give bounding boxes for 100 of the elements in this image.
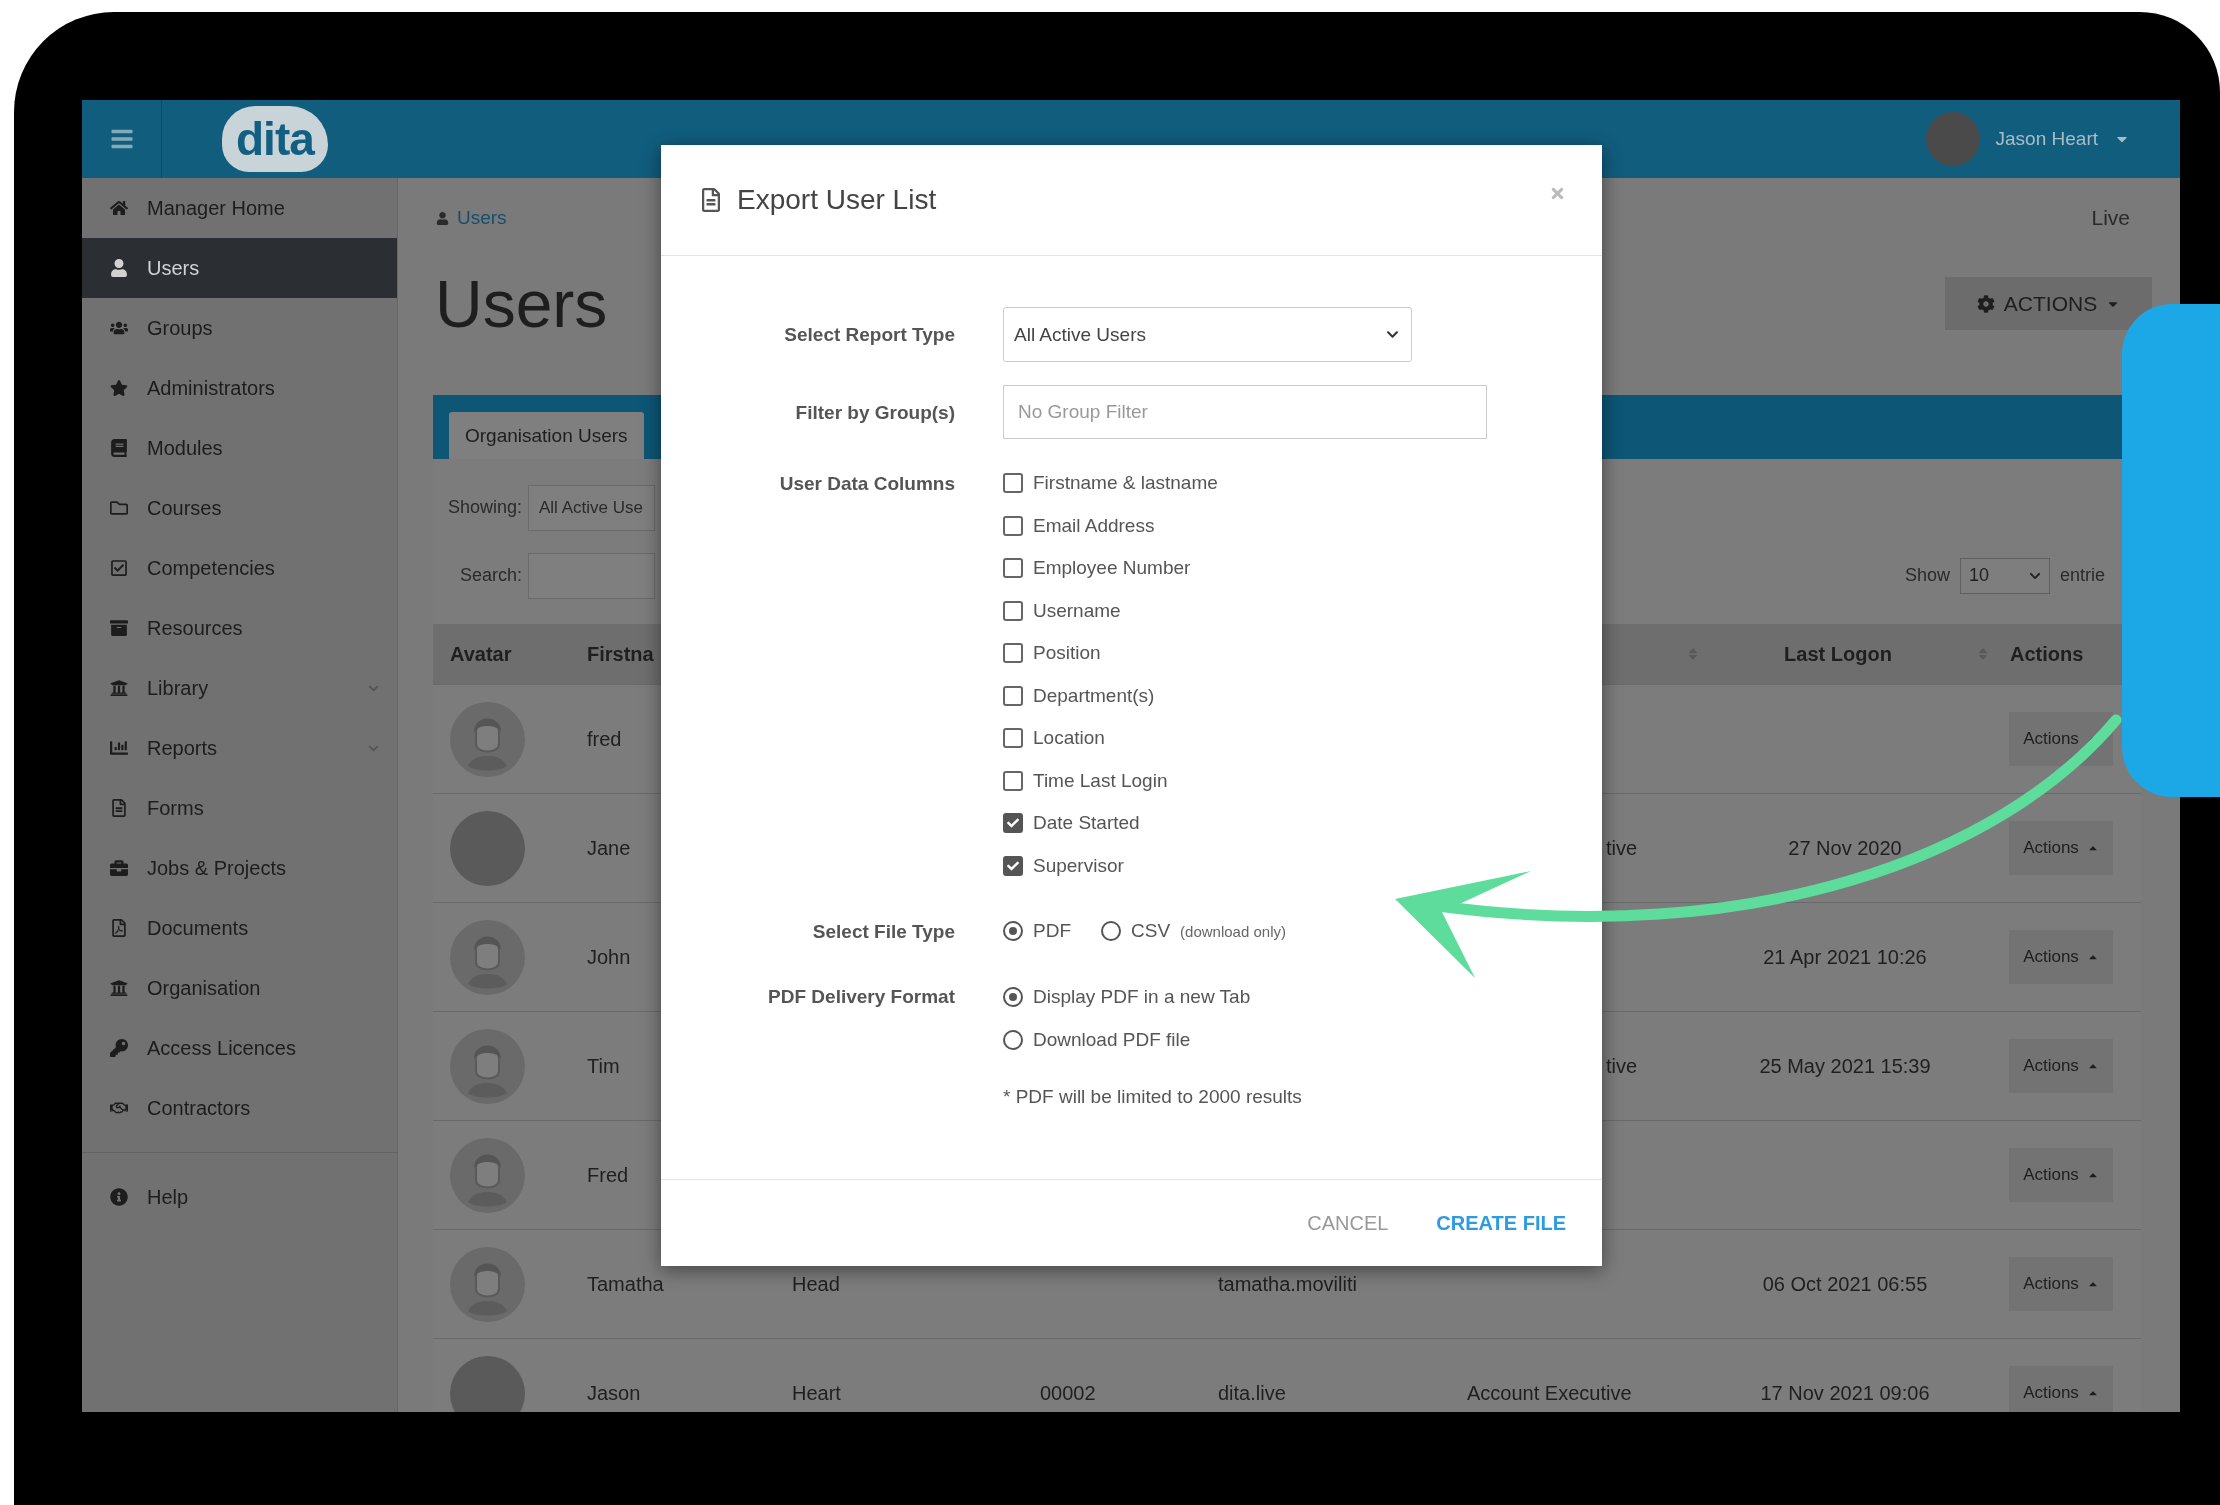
checkbox-option[interactable]: Position (1003, 632, 1602, 675)
menu-icon[interactable] (109, 127, 134, 151)
radio-option[interactable]: Download PDF file (1003, 1018, 1602, 1061)
row-actions-button[interactable]: Actions (2009, 1039, 2113, 1093)
document-icon (699, 188, 723, 212)
sidebar-item[interactable]: Courses (82, 478, 397, 538)
table-cell: tamatha.moviliti (1218, 1272, 1357, 1296)
checkbox-option[interactable]: Firstname & lastname (1003, 462, 1602, 505)
checkbox[interactable] (1003, 728, 1023, 749)
row-actions-button[interactable]: Actions (2009, 1148, 2113, 1202)
user-icon (110, 259, 128, 277)
environment-label: Live (2091, 206, 2130, 230)
table-cell: Heart (792, 1381, 841, 1405)
logo: dita (222, 106, 328, 172)
field-label: Select Report Type (784, 323, 955, 347)
row-actions-button[interactable]: Actions (2009, 1257, 2113, 1311)
building-icon (110, 979, 128, 997)
sidebar-item[interactable]: Modules (82, 418, 397, 478)
building-icon (110, 679, 128, 697)
sidebar-item[interactable]: Organisation (82, 958, 397, 1018)
sidebar-item[interactable]: Reports (82, 718, 397, 778)
column-header[interactable]: Avatar (450, 642, 512, 666)
sidebar-item[interactable]: Access Licences (82, 1018, 397, 1078)
table-cell: dita.live (1218, 1381, 1286, 1405)
checkbox[interactable] (1003, 813, 1023, 834)
breadcrumb-link[interactable]: Users (436, 207, 507, 229)
create-file-button[interactable]: CREATE FILE (1436, 1205, 1566, 1241)
sidebar-item[interactable]: Jobs & Projects (82, 838, 397, 898)
table-cell: 21 Apr 2021 10:26 (1763, 945, 1927, 969)
checkbox[interactable] (1003, 855, 1023, 876)
folder-icon (110, 499, 128, 517)
limit-note: * PDF will be limited to 2000 results (1003, 1086, 1303, 1108)
checkbox[interactable] (1003, 558, 1023, 579)
chevron-down-icon (1386, 328, 1399, 341)
checkbox[interactable] (1003, 770, 1023, 791)
field-label: Showing: (446, 497, 522, 518)
key-icon (110, 1039, 128, 1057)
sidebar-item[interactable]: Documents (82, 898, 397, 958)
radio-button[interactable] (1101, 921, 1121, 941)
radio-button[interactable] (1003, 1029, 1023, 1050)
checkbox-option[interactable]: Employee Number (1003, 547, 1602, 590)
radio-button[interactable] (1003, 921, 1023, 941)
table-cell: Jason (587, 1381, 641, 1405)
checkbox[interactable] (1003, 685, 1023, 706)
row-actions-button[interactable]: Actions (2009, 930, 2113, 984)
checkbox-option[interactable]: Department(s) (1003, 674, 1602, 717)
page-size-select[interactable]: 10 (1959, 557, 2050, 594)
dialog-title: Export User List (737, 184, 938, 216)
row-actions-button[interactable]: Actions (2009, 821, 2113, 875)
checkbox[interactable] (1003, 473, 1023, 494)
table-cell: 06 Oct 2021 06:55 (1762, 1272, 1928, 1296)
checkbox-option[interactable]: Date Started (1003, 802, 1602, 845)
actions-button[interactable]: ACTIONS (1945, 277, 2152, 330)
checkbox[interactable] (1003, 643, 1023, 664)
tab[interactable]: Organisation Users (449, 412, 644, 459)
sidebar-item[interactable]: Contractors (82, 1078, 397, 1138)
document-icon (110, 799, 128, 817)
user-menu[interactable]: Jason Heart (1925, 112, 2130, 166)
search-field[interactable] (528, 552, 655, 599)
column-header: Actions (2010, 642, 2084, 666)
column-header[interactable]: Firstna (587, 642, 654, 666)
checkbox-option[interactable]: Time Last Login (1003, 759, 1602, 802)
checkbox-option[interactable]: Supervisor (1003, 844, 1602, 887)
checkbox-option[interactable]: Email Address (1003, 504, 1602, 547)
sidebar-item[interactable]: Manager Home (82, 178, 397, 238)
home-icon (110, 199, 128, 217)
radio-option[interactable]: PDF (1003, 910, 1071, 952)
users-icon (110, 319, 128, 337)
table-cell: tive (1605, 1054, 1637, 1078)
bar-chart-icon (110, 739, 128, 757)
table-cell: 17 Nov 2021 09:06 (1760, 1381, 1930, 1405)
column-header[interactable]: Last Logon (1784, 642, 1892, 666)
sidebar-item[interactable]: Resources (82, 598, 397, 658)
radio-option[interactable]: Display PDF in a new Tab (1003, 975, 1602, 1018)
showing-select[interactable]: All Active Use (528, 484, 655, 531)
sidebar-item[interactable]: Users (82, 238, 397, 298)
check-icon (1007, 859, 1019, 872)
table-cell: Jane (587, 836, 631, 860)
row-actions-button[interactable]: Actions (2009, 1366, 2113, 1412)
group-filter-field[interactable]: No Group Filter (1003, 385, 1487, 439)
checkbox[interactable] (1003, 600, 1023, 621)
checkbox[interactable] (1003, 515, 1023, 536)
checkbox-option[interactable]: Username (1003, 589, 1602, 632)
sidebar-item[interactable]: Library (82, 658, 397, 718)
field-label: Select File Type (812, 920, 955, 944)
sidebar-item[interactable]: Administrators (82, 358, 397, 418)
radio-button[interactable] (1003, 986, 1023, 1007)
cancel-button[interactable]: CANCEL (1307, 1205, 1389, 1241)
checkbox-option[interactable]: Location (1003, 717, 1602, 760)
table-cell: John (587, 945, 631, 969)
report-type-select[interactable]: All Active Users (1003, 307, 1412, 362)
page-title: Users (435, 266, 608, 342)
table-cell: Tim (587, 1054, 620, 1078)
radio-option[interactable]: CSV (download only) (1101, 910, 1286, 952)
sidebar-item[interactable]: Forms (82, 778, 397, 838)
table-cell: tive (1605, 836, 1637, 860)
sidebar-item[interactable]: Help (82, 1167, 397, 1227)
sidebar-item[interactable]: Groups (82, 298, 397, 358)
info-icon (110, 1188, 128, 1206)
sidebar-item[interactable]: Competencies (82, 538, 397, 598)
